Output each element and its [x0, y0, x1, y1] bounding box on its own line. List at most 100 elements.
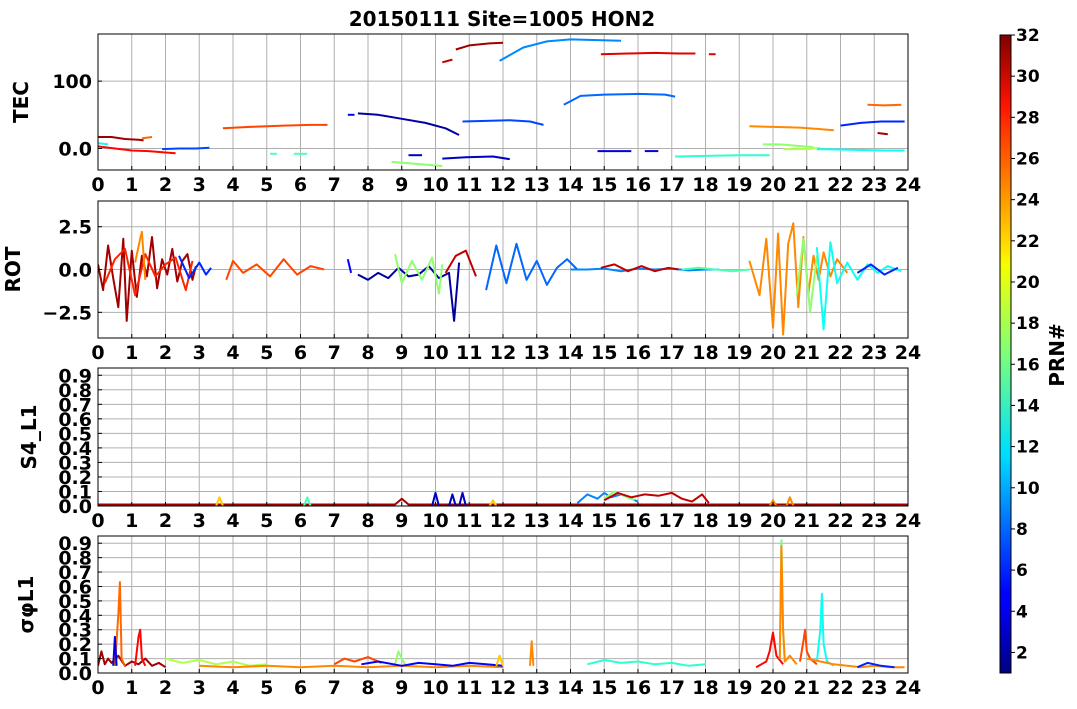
y-axis-label: ROT	[1, 246, 25, 292]
x-tick-label: 1	[125, 510, 138, 532]
x-tick-label: 13	[524, 174, 550, 196]
x-tick-label: 16	[625, 677, 651, 699]
x-tick-label: 6	[294, 677, 307, 699]
x-tick-label: 11	[456, 510, 482, 532]
x-tick-label: 1	[125, 677, 138, 699]
x-tick-label: 24	[895, 342, 921, 364]
x-tick-label: 23	[861, 510, 887, 532]
y-tick-label: 0.0	[58, 138, 92, 160]
x-tick-label: 13	[524, 677, 550, 699]
x-tick-label: 15	[591, 174, 617, 196]
x-tick-label: 5	[260, 677, 273, 699]
x-tick-label: 2	[159, 342, 172, 364]
y-axis-label: S4_L1	[17, 405, 41, 470]
x-tick-label: 24	[895, 174, 921, 196]
y-tick-label: 0.9	[58, 365, 92, 387]
x-tick-label: 7	[328, 342, 341, 364]
x-tick-label: 8	[361, 174, 374, 196]
x-tick-label: 7	[328, 174, 341, 196]
x-tick-label: 9	[395, 510, 408, 532]
x-tick-label: 22	[827, 510, 853, 532]
x-tick-label: 17	[659, 174, 685, 196]
x-tick-label: 14	[557, 510, 583, 532]
x-tick-label: 20	[760, 510, 786, 532]
colorbar-tick-label: 30	[1016, 67, 1040, 87]
series-line-prn-24	[199, 664, 504, 669]
panel-1: 0 1 2 3 4 5 6 7 8 9 10 11 12 13 14 15 16 17 18 19 20 21 22 23 24…	[9, 33, 921, 196]
x-tick-label: 21	[794, 342, 820, 364]
x-tick-label: 7	[328, 677, 341, 699]
x-tick-label: 19	[726, 677, 752, 699]
y-tick-label: 0.0	[58, 260, 92, 282]
x-tick-label: 17	[659, 677, 685, 699]
x-tick-label: 8	[361, 342, 374, 364]
x-tick-label: 10	[422, 510, 448, 532]
y-tick-label: 0.9	[58, 533, 92, 555]
x-tick-label: 19	[726, 342, 752, 364]
x-tick-label: 20	[760, 174, 786, 196]
x-tick-label: 15	[591, 510, 617, 532]
x-tick-label: 17	[659, 510, 685, 532]
series-line-prn-25	[867, 103, 902, 107]
x-tick-label: 8	[361, 510, 374, 532]
x-tick-label: 4	[226, 510, 239, 532]
x-tick-label: 11	[456, 174, 482, 196]
colorbar-tick-label: 12	[1016, 438, 1040, 458]
x-tick-label: 12	[490, 342, 516, 364]
x-tick-label: 16	[625, 174, 651, 196]
x-tick-label: 0	[91, 174, 104, 196]
x-tick-label: 20	[760, 342, 786, 364]
x-tick-label: 22	[827, 677, 853, 699]
x-tick-label: 6	[294, 342, 307, 364]
x-tick-label: 21	[794, 174, 820, 196]
x-tick-label: 15	[591, 342, 617, 364]
x-tick-label: 13	[524, 342, 550, 364]
x-tick-label: 6	[294, 510, 307, 532]
x-tick-label: 9	[395, 342, 408, 364]
x-tick-label: 0	[91, 677, 104, 699]
series-line-prn-29	[600, 51, 696, 56]
figure: 20150111 Site=1005 HON2 0 1 2 3 4 5 6 7 8 9 10 11 12…	[1, 7, 1069, 699]
x-tick-label: 2	[159, 677, 172, 699]
x-tick-label: 10	[422, 174, 448, 196]
x-tick-label: 19	[726, 174, 752, 196]
x-tick-label: 11	[456, 342, 482, 364]
x-tick-label: 4	[226, 677, 239, 699]
x-tick-label: 16	[625, 342, 651, 364]
series-line-prn-25	[141, 136, 153, 140]
colorbar-tick-label: 24	[1016, 191, 1040, 211]
x-tick-label: 14	[557, 174, 583, 196]
y-axis-label: TEC	[9, 81, 33, 123]
x-tick-label: 18	[692, 510, 718, 532]
x-tick-label: 19	[726, 510, 752, 532]
panel-2: 0 1 2 3 4 5 6 7 8 9 10 11 12 13 14 15 16 17 18 19 20 21 22 23 24…	[1, 200, 921, 364]
x-tick-label: 8	[361, 677, 374, 699]
x-tick-label: 17	[659, 342, 685, 364]
x-tick-label: 12	[490, 677, 516, 699]
x-tick-label: 14	[557, 342, 583, 364]
colorbar-tick-label: 32	[1016, 26, 1040, 46]
x-tick-label: 1	[125, 342, 138, 364]
colorbar-tick-label: 26	[1016, 149, 1040, 169]
colorbar-tick-label: 28	[1016, 108, 1040, 128]
colorbar-tick-label: 14	[1016, 396, 1040, 416]
x-tick-label: 9	[395, 174, 408, 196]
colorbar-tick-label: 16	[1016, 355, 1040, 375]
colorbar-tick-label: 2	[1016, 643, 1028, 663]
x-tick-label: 20	[760, 677, 786, 699]
panel-3: 0 1 2 3 4 5 6 7 8 9 10 11 12 13 14 15 16 17 18 19 20 21 22 23 24…	[17, 365, 921, 532]
colorbar-label: PRN#	[1045, 323, 1069, 387]
series-line-prn-13	[98, 142, 109, 146]
x-tick-label: 1	[125, 174, 138, 196]
x-tick-label: 12	[490, 510, 516, 532]
x-tick-label: 3	[193, 510, 206, 532]
x-tick-label: 9	[395, 677, 408, 699]
panel-4: 0 1 2 3 4 5 6 7 8 9 10 11 12 13 14 15 16 17 18 19 20 21 22 23 24…	[14, 533, 921, 699]
x-tick-label: 23	[861, 342, 887, 364]
x-tick-label: 3	[193, 342, 206, 364]
x-tick-label: 18	[692, 342, 718, 364]
colorbar-tick-label: 6	[1016, 561, 1028, 581]
y-tick-label: 2.5	[58, 217, 92, 239]
x-tick-label: 5	[260, 174, 273, 196]
x-tick-label: 23	[861, 677, 887, 699]
